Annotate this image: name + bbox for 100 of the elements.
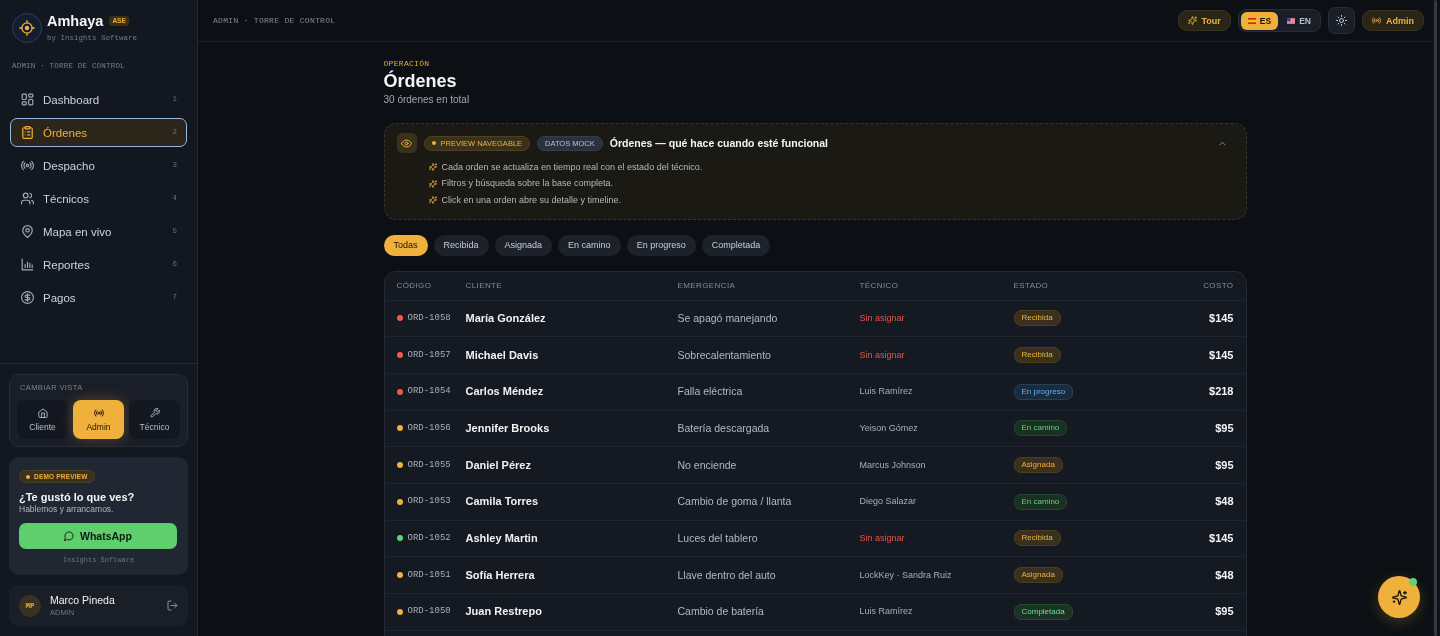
notice-point: Cada orden se actualiza en tiempo real con el estado del técnico.	[441, 161, 703, 173]
cost-amount: $48	[1215, 495, 1234, 509]
status-badge: En progreso	[1013, 383, 1074, 400]
status-badge: Asignada	[1013, 457, 1063, 474]
table-row[interactable]: ORD-1054 Carlos Méndez Falla eléctrica Luis Ramírez En progreso $218	[384, 373, 1246, 411]
status-badge: Recibida	[1013, 310, 1061, 327]
status-badge: Asignada	[1013, 567, 1063, 584]
order-code: ORD-1052	[407, 532, 451, 544]
emergency-text: Llave dentro del auto	[677, 568, 777, 582]
table-row[interactable]: ORD-1055 Daniel Pérez No enciende Marcus Johnson Asignada $95	[384, 447, 1246, 484]
status-badge: Recibida	[1013, 530, 1061, 547]
emergency-text: Luces del tablero	[677, 531, 759, 545]
filter-chip[interactable]: Asignada	[494, 234, 553, 256]
filter-chip[interactable]: En camino	[558, 234, 621, 256]
cost-amount: $145	[1209, 531, 1234, 545]
status-dot-icon	[431, 141, 436, 145]
broadcast-icon	[1372, 16, 1381, 25]
filter-chip[interactable]: Todas	[383, 234, 428, 256]
logout-button[interactable]	[165, 598, 180, 613]
sparkle-icon	[428, 163, 437, 172]
table-row[interactable]: ORD-1056 Jennifer Brooks Batería descargada Yeison Gómez En camino $95	[384, 410, 1246, 448]
assistant-button[interactable]	[1378, 576, 1420, 618]
table-row[interactable]: ORD-1057 Michael Davis Sobrecalentamiento Sin asignar Recibida $145	[384, 337, 1246, 374]
flag-icon	[1247, 17, 1256, 24]
notice-point: Filtros y búsqueda sobre la base completa.	[441, 178, 614, 190]
flag-icon	[1287, 17, 1296, 24]
client-name: Sofía Herrera	[465, 568, 536, 582]
cost-amount: $145	[1209, 348, 1234, 362]
broadcast-icon	[21, 159, 34, 172]
sun-icon	[1336, 15, 1347, 26]
emergency-text: Falla eléctrica	[677, 385, 744, 399]
clipboard-icon	[21, 126, 34, 139]
status-badge: En camino	[1013, 493, 1068, 510]
column-header: TÉCNICO	[859, 280, 900, 291]
status-dot-icon	[26, 474, 30, 479]
promo-title: ¿Te gustó lo que ves?	[19, 490, 135, 504]
technician-name: Diego Salazar	[859, 496, 918, 508]
technician-name: Sin asignar	[859, 349, 906, 361]
view-option-button[interactable]: Técnico	[129, 400, 180, 439]
cost-amount: $95	[1215, 421, 1234, 435]
status-badge: Recibida	[1013, 347, 1061, 364]
emergency-text: Cambio de goma / llanta	[677, 495, 793, 509]
notice-title: Órdenes — qué hace cuando esté funcional	[609, 136, 828, 150]
column-header: COSTO	[1203, 280, 1234, 291]
emergency-text: Se apagó manejando	[677, 311, 779, 325]
language-option[interactable]: ES	[1240, 11, 1279, 30]
view-option-button[interactable]: Cliente	[17, 400, 68, 439]
sparkle-icon	[1187, 16, 1197, 25]
technician-name: Marcus Johnson	[859, 459, 927, 471]
column-header: EMERGENCIA	[677, 280, 737, 291]
home-icon	[37, 407, 48, 418]
view-option-button[interactable]: Admin	[73, 400, 124, 439]
column-header: ESTADO	[1013, 280, 1050, 291]
scrollbar-thumb[interactable]	[1434, 0, 1437, 636]
sparkle-icon	[428, 179, 437, 188]
cost-amount: $218	[1209, 385, 1234, 399]
order-code: ORD-1050	[407, 606, 451, 618]
filter-chip[interactable]: Completada	[701, 234, 771, 256]
status-badge: Completada	[1013, 603, 1073, 620]
tour-button[interactable]: Tour	[1177, 10, 1231, 31]
technician-name: Luis Ramírez	[859, 386, 914, 398]
technician-name: Sin asignar	[859, 532, 906, 544]
eye-icon	[396, 133, 417, 153]
chat-bubble-icon	[64, 531, 75, 541]
table-row[interactable]: ORD-1058 María González Se apagó manejando Sin asignar Recibida $145	[384, 300, 1246, 338]
whatsapp-button[interactable]: WhatsApp	[19, 523, 177, 549]
technician-name: Luis Ramírez	[859, 606, 914, 618]
client-name: Carlos Méndez	[465, 385, 545, 399]
order-code: ORD-1051	[407, 569, 451, 581]
section-eyebrow: OPERACIÓN	[383, 59, 431, 69]
logout-icon	[167, 600, 178, 611]
table-row[interactable]: ORD-1053 Camila Torres Cambio de goma / llanta Diego Salazar En camino $48	[384, 483, 1246, 521]
sparkle-icon	[1391, 589, 1407, 605]
technician-name: Sin asignar	[859, 312, 906, 324]
grid-icon	[21, 93, 34, 106]
table-row[interactable]: ORD-1050 Juan Restrepo Cambio de batería Luis Ramírez Completada $95	[384, 594, 1246, 631]
role-button[interactable]: Admin	[1362, 10, 1424, 31]
cost-amount: $145	[1209, 311, 1234, 325]
order-code: ORD-1053	[407, 496, 451, 508]
users-icon	[21, 192, 34, 205]
promo-text: Hablemos y arrancamos.	[19, 504, 114, 515]
client-name: Juan Restrepo	[465, 605, 543, 619]
client-name: Ashley Martin	[465, 531, 539, 545]
language-option[interactable]: EN	[1280, 11, 1318, 30]
filter-chip[interactable]: Recibida	[433, 234, 489, 256]
client-name: Michael Davis	[465, 348, 540, 362]
notice-point: Click en una orden abre su detalle y timeline.	[441, 194, 622, 206]
page-subtitle: 30 órdenes en total	[383, 93, 471, 106]
cost-amount: $95	[1215, 458, 1234, 472]
broadcast-icon	[93, 407, 104, 418]
filter-chip[interactable]: En progreso	[626, 234, 696, 256]
theme-button[interactable]	[1328, 7, 1355, 34]
order-code: ORD-1054	[407, 386, 451, 398]
emergency-text: Batería descargada	[677, 421, 771, 435]
table-row[interactable]: ORD-1051 Sofía Herrera Llave dentro del auto LockKey · Sandra Ruiz Asignada $48	[384, 557, 1246, 594]
table-row[interactable]: ORD-1052 Ashley Martin Luces del tablero Sin asignar Recibida $145	[384, 520, 1246, 558]
dollar-icon	[21, 291, 34, 304]
logo-icon	[12, 13, 42, 43]
order-code: ORD-1057	[407, 349, 451, 361]
client-name: Jennifer Brooks	[465, 421, 551, 435]
